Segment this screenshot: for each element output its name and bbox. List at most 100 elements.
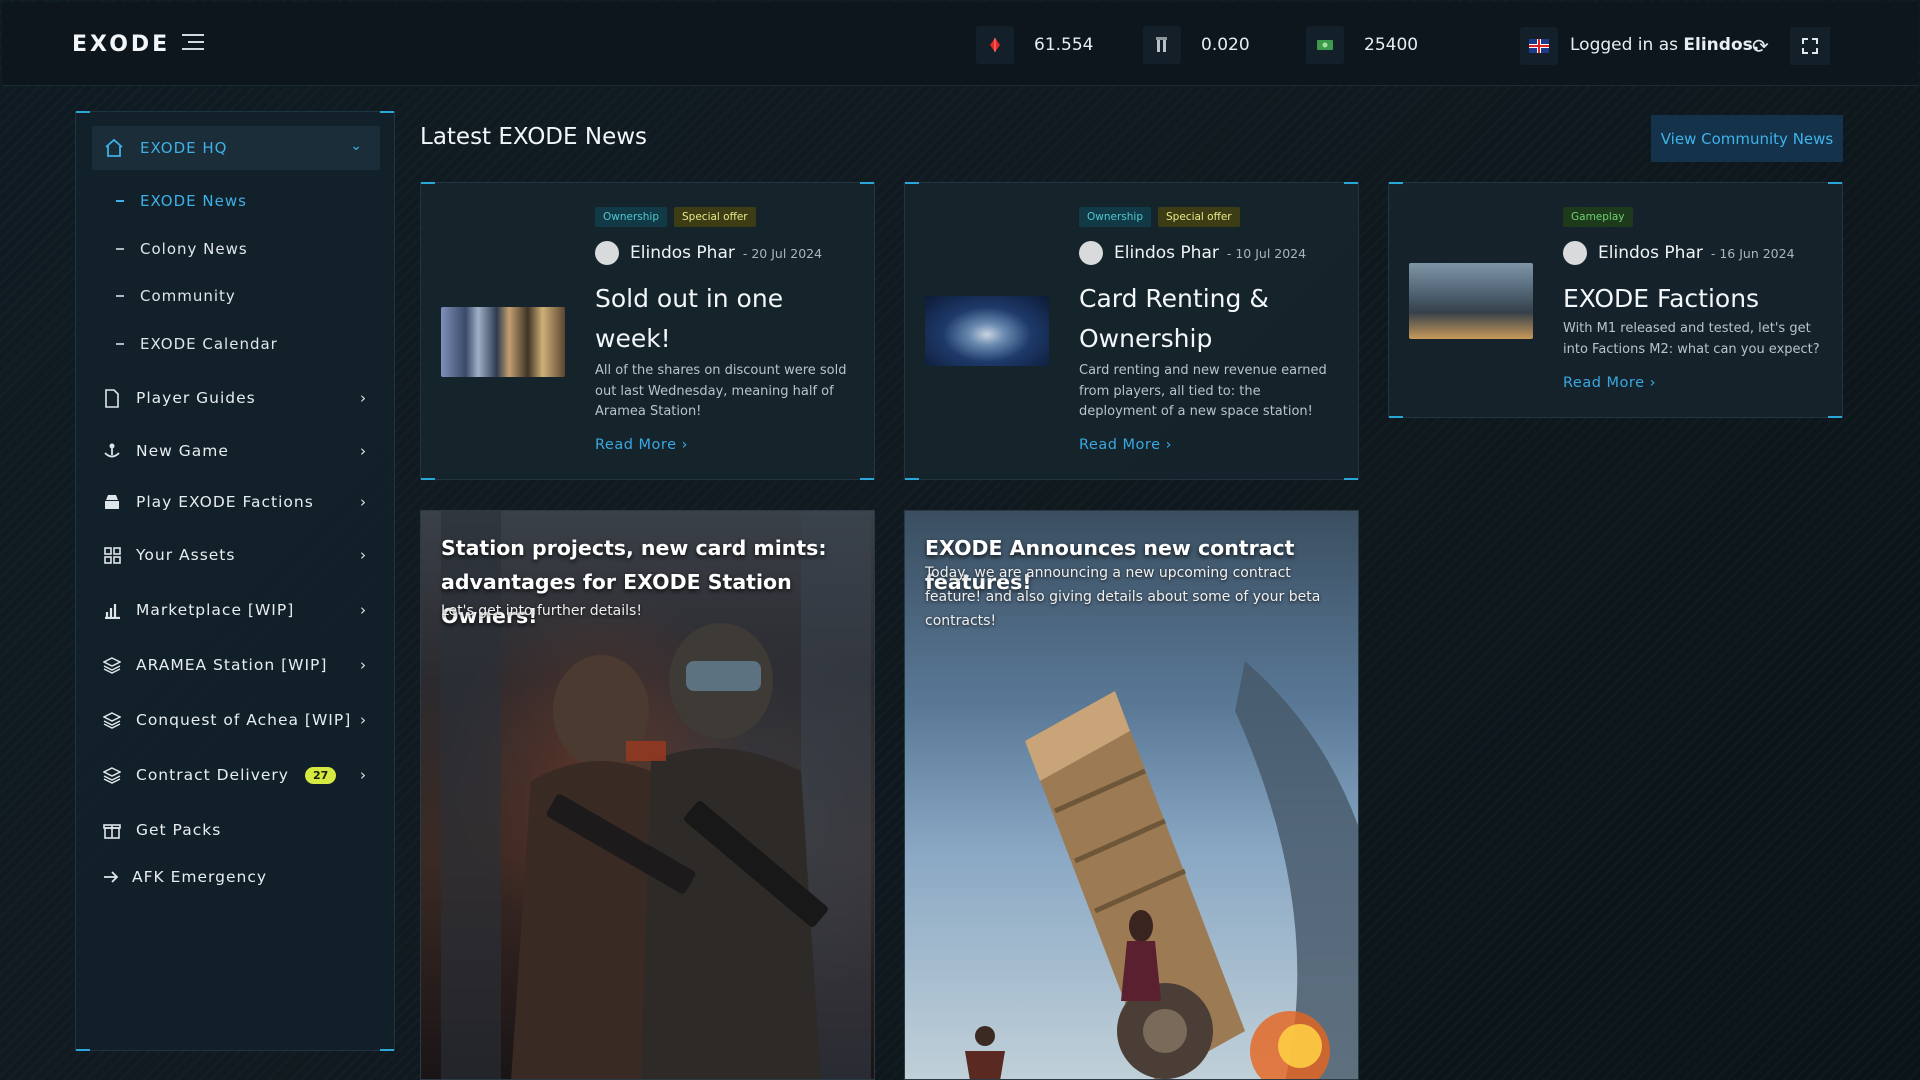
author: Elindos Phar - 16 Jun 2024: [1563, 241, 1795, 265]
author: Elindos Phar - 10 Jul 2024: [1079, 241, 1306, 265]
chevron-right-icon: ›: [360, 546, 366, 564]
page-title: Latest EXODE News: [420, 124, 648, 150]
token-value: 0.020: [1201, 35, 1250, 55]
logged-prefix: Logged in as: [1570, 35, 1678, 55]
news-title[interactable]: Sold out in one week!: [595, 279, 855, 359]
chevron-right-icon: ›: [360, 389, 366, 407]
sidebar: EXODE HQ ⌄ EXODE News Colony News Commun…: [75, 111, 395, 1051]
home-icon: [105, 138, 123, 157]
post-date: - 16 Jun 2024: [1710, 245, 1795, 261]
contract-count-badge: 27: [304, 766, 337, 784]
sidebar-item-marketplace[interactable]: Marketplace [WIP] ›: [102, 595, 372, 625]
sidebar-subitem-exode-news[interactable]: EXODE News: [116, 192, 247, 210]
tag-list: Ownership Special offer: [595, 207, 756, 227]
resource-cash: 25400: [1306, 26, 1418, 64]
chevron-right-icon: ›: [360, 711, 366, 729]
chevron-right-icon: ›: [360, 656, 366, 674]
tower-token-icon: [1143, 26, 1181, 64]
layers-icon: [102, 710, 122, 730]
view-community-news-button[interactable]: View Community News: [1651, 115, 1843, 162]
red-crystal-icon: [976, 26, 1014, 64]
author-name: Elindos Phar: [1598, 243, 1703, 263]
news-title[interactable]: Card Renting & Ownership: [1079, 279, 1339, 359]
username: Elindos.: [1683, 35, 1760, 55]
resource-crystals: 61.554: [976, 26, 1093, 64]
document-icon: [102, 388, 122, 408]
crystals-value: 61.554: [1034, 35, 1094, 55]
tag-ownership[interactable]: Ownership: [1079, 207, 1151, 227]
sidebar-item-label: Marketplace [WIP]: [136, 601, 295, 619]
sidebar-item-label: Your Assets: [136, 546, 236, 564]
cash-icon: [1306, 26, 1344, 64]
news-description: Card renting and new revenue earned from…: [1079, 363, 1327, 419]
author: Elindos Phar - 20 Jul 2024: [595, 241, 822, 265]
sidebar-item-label: Player Guides: [136, 389, 256, 407]
chevron-right-icon: ›: [360, 442, 366, 460]
read-more-link[interactable]: Read More ›: [1563, 375, 1656, 391]
tag-special-offer[interactable]: Special offer: [674, 207, 756, 227]
feature-subtitle: Today, we are announcing a new upcoming …: [925, 565, 1321, 629]
news-thumbnail: [1409, 263, 1533, 339]
sidebar-item-label: Play EXODE Factions: [136, 493, 314, 511]
top-bar: EXODE 61.554 0.020 25400 Logged in as El…: [2, 2, 1918, 86]
tag-special-offer[interactable]: Special offer: [1158, 207, 1240, 227]
feature-card-station-projects[interactable]: Station projects, new card mints: advant…: [420, 510, 875, 1080]
news-card[interactable]: Ownership Special offer Elindos Phar - 2…: [420, 182, 875, 480]
resource-token: 0.020: [1143, 26, 1250, 64]
sidebar-subitem-label: Community: [140, 287, 236, 305]
sidebar-item-label: AFK Emergency: [132, 868, 268, 886]
sidebar-item-your-assets[interactable]: Your Assets ›: [102, 540, 372, 570]
author-name: Elindos Phar: [1114, 243, 1219, 263]
sidebar-subitem-exode-calendar[interactable]: EXODE Calendar: [116, 335, 278, 353]
menu-toggle-icon[interactable]: [182, 34, 204, 52]
read-more-link[interactable]: Read More ›: [595, 437, 688, 453]
sidebar-subitem-colony-news[interactable]: Colony News: [116, 240, 248, 258]
bar-chart-icon: [102, 600, 122, 620]
chevron-right-icon: ›: [360, 493, 366, 511]
avatar: [1079, 241, 1103, 265]
tag-list: Ownership Special offer: [1079, 207, 1240, 227]
cash-value: 25400: [1364, 35, 1419, 55]
chevron-down-icon: ⌄: [350, 138, 362, 154]
sidebar-subitem-label: Colony News: [140, 240, 248, 258]
sidebar-item-aramea-station[interactable]: ARAMEA Station [WIP] ›: [102, 650, 372, 680]
sidebar-item-afk-emergency[interactable]: AFK Emergency: [102, 862, 372, 892]
tag-gameplay[interactable]: Gameplay: [1563, 207, 1633, 227]
feature-card-contract-features[interactable]: EXODE Announces new contract features! T…: [904, 510, 1359, 1080]
news-title[interactable]: EXODE Factions: [1563, 279, 1823, 319]
post-date: - 10 Jul 2024: [1226, 245, 1307, 261]
sidebar-item-new-game[interactable]: New Game ›: [102, 436, 372, 466]
sidebar-item-exode-hq[interactable]: EXODE HQ ⌄: [92, 126, 380, 170]
sidebar-subitem-label: EXODE News: [140, 192, 247, 210]
chevron-right-icon: ›: [360, 601, 366, 619]
exit-arrow-icon: [102, 867, 122, 887]
sidebar-item-label: Get Packs: [136, 821, 222, 839]
sidebar-item-conquest-of-achea[interactable]: Conquest of Achea [WIP] ›: [102, 705, 372, 735]
post-date: - 20 Jul 2024: [742, 245, 823, 261]
uk-flag-icon[interactable]: [1520, 27, 1558, 65]
read-more-link[interactable]: Read More ›: [1079, 437, 1172, 453]
sidebar-item-label: Conquest of Achea [WIP]: [136, 711, 352, 729]
logged-in-status: Logged in as Elindos.: [1570, 35, 1759, 55]
news-card[interactable]: Ownership Special offer Elindos Phar - 1…: [904, 182, 1359, 480]
news-description: With M1 released and tested, let's get i…: [1563, 321, 1820, 357]
news-card[interactable]: Gameplay Elindos Phar - 16 Jun 2024 EXOD…: [1388, 182, 1843, 418]
sidebar-item-label: ARAMEA Station [WIP]: [136, 656, 328, 674]
tag-ownership[interactable]: Ownership: [595, 207, 667, 227]
sidebar-item-player-guides[interactable]: Player Guides ›: [102, 383, 372, 413]
chevron-right-icon: ›: [360, 766, 366, 784]
fullscreen-button[interactable]: [1790, 27, 1830, 65]
feature-subtitle: Let's get into further details!: [441, 603, 642, 619]
sidebar-subitem-community[interactable]: Community: [116, 287, 236, 305]
avatar: [1563, 241, 1587, 265]
exode-logo[interactable]: EXODE: [72, 32, 170, 57]
news-thumbnail: [441, 307, 565, 377]
layers-icon: [102, 655, 122, 675]
avatar: [595, 241, 619, 265]
sidebar-item-play-exode-factions[interactable]: Play EXODE Factions ›: [102, 487, 372, 517]
anchor-icon: [102, 441, 122, 461]
sidebar-item-get-packs[interactable]: Get Packs: [102, 815, 372, 845]
sidebar-item-label: New Game: [136, 442, 229, 460]
sidebar-item-contract-delivery[interactable]: Contract Delivery 27 ›: [102, 760, 372, 790]
refresh-icon[interactable]: ⟳: [1752, 34, 1769, 58]
